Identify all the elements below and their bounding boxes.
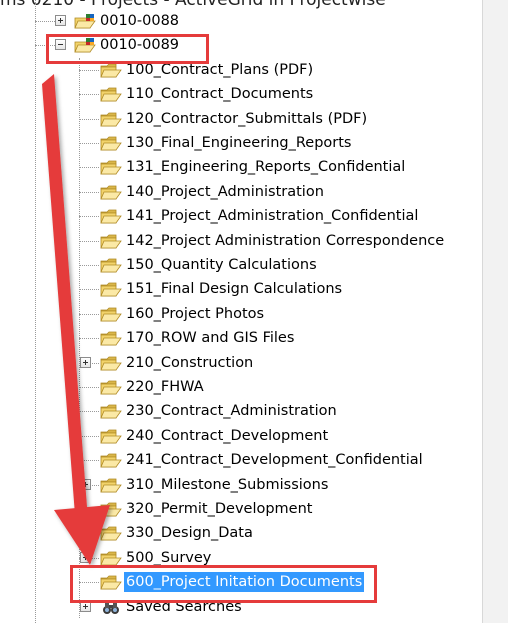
tree-node-label: 141_Project_Administration_Confidential (126, 208, 419, 225)
scrollbar-track[interactable] (482, 0, 508, 623)
tree-node-folder[interactable]: 240_Contract_Development (0, 425, 470, 447)
tree-node-folder[interactable]: 140_Project_Administration (0, 181, 470, 203)
tree-connector (79, 289, 99, 291)
tree-node-label: 131_Engineering_Reports_Confidential (126, 159, 406, 176)
tree-connector (79, 533, 99, 535)
folder-icon (100, 184, 122, 201)
folder-icon (100, 306, 122, 323)
tree-connector (79, 118, 99, 120)
tree-node-folder[interactable]: 150_Quantity Calculations (0, 254, 470, 276)
tree-node-label: 0010-0088 (100, 13, 180, 29)
tree-node-label: 160_Project Photos (126, 305, 265, 322)
tree-node-label: 241_Contract_Development_Confidential (126, 452, 423, 469)
folder-icon (100, 159, 122, 176)
folder-icon (100, 233, 122, 250)
tree-node-project[interactable]: 0010-0088 (0, 10, 470, 32)
tree-node-folder[interactable]: 210_Construction (0, 352, 470, 374)
tree-node-folder[interactable]: 220_FHWA (0, 376, 470, 398)
tree-node-folder[interactable]: 320_Permit_Development (0, 498, 470, 520)
expand-toggle[interactable] (80, 478, 91, 490)
tree-connector (35, 21, 57, 22)
folder-icon (100, 403, 122, 420)
tree-node-label: 120_Contractor_Submittals (PDF) (126, 110, 368, 127)
folder-icon (100, 135, 122, 152)
folder-icon (100, 477, 122, 494)
tree-connector (79, 509, 99, 510)
tree-node-label: 142_Project Administration Correspondenc… (126, 232, 445, 249)
tree-connector (79, 69, 99, 71)
folder-icon (100, 208, 122, 225)
tree-node-label: 130_Final_Engineering_Reports (126, 135, 352, 151)
tree-node-folder[interactable]: 142_Project Administration Correspondenc… (0, 230, 470, 252)
tree-connector (79, 387, 99, 388)
highlight-box-project (46, 34, 209, 64)
tree-node-folder[interactable]: 170_ROW and GIS Files (0, 327, 470, 349)
tree-node-label: 110_Contract_Documents (126, 86, 314, 103)
tree-node-folder[interactable]: 310_Milestone_Submissions (0, 474, 470, 496)
tree-node-folder[interactable]: 141_Project_Administration_Confidential (0, 205, 470, 227)
expand-toggle[interactable] (80, 356, 91, 368)
highlight-box-selected-folder (70, 565, 377, 603)
folder-icon (100, 452, 122, 469)
tree-connector (79, 338, 99, 340)
folder-icon (100, 379, 122, 396)
tree-node-folder[interactable]: 120_Contractor_Submittals (PDF) (0, 108, 470, 130)
project-folder-icon (74, 13, 96, 30)
tree-node-label: 230_Contract_Administration (126, 403, 337, 420)
tree-node-folder[interactable]: 131_Engineering_Reports_Confidential (0, 156, 470, 178)
folder-icon (100, 281, 122, 298)
tree-node-label: 330_Design_Data (126, 525, 253, 542)
folder-icon (100, 330, 122, 347)
expand-toggle[interactable] (55, 15, 66, 26)
tree-connector (79, 191, 99, 193)
tree-node-label: 320_Permit_Development (126, 501, 313, 517)
expand-toggle[interactable] (80, 551, 91, 563)
tree-connector (79, 216, 99, 218)
tree-connector (79, 435, 99, 437)
folder-icon (100, 62, 122, 79)
tree-connector (79, 460, 99, 462)
tree-connector (79, 265, 99, 266)
folder-icon (100, 525, 122, 542)
tree-node-folder[interactable]: 110_Contract_Documents (0, 83, 470, 105)
tree-node-folder[interactable]: 330_Design_Data (0, 522, 470, 544)
tree-connector (79, 313, 99, 315)
tree-connector (79, 240, 99, 242)
tree-node-folder[interactable]: 160_Project Photos (0, 303, 470, 325)
tree-node-label: 220_FHWA (126, 379, 204, 395)
tree-node-label: 140_Project_Administration (126, 183, 324, 200)
tree-node-folder[interactable]: 130_Final_Engineering_Reports (0, 132, 470, 154)
tree-node-label: 240_Contract_Development (126, 427, 329, 444)
tree-connector (79, 143, 99, 144)
tree-node-label: 210_Construction (126, 354, 254, 371)
tree-node-label: 170_ROW and GIS Files (126, 330, 295, 347)
folder-icon (100, 501, 122, 518)
tree-node-label: 150_Quantity Calculations (126, 257, 317, 273)
tree-connector (79, 167, 99, 169)
tree-node-folder[interactable]: 230_Contract_Administration (0, 400, 470, 422)
tree-node-label: 310_Milestone_Submissions (126, 476, 329, 493)
tree-connector (79, 94, 99, 96)
folder-icon (100, 111, 122, 128)
folder-icon (100, 257, 122, 274)
tree-node-folder[interactable]: 151_Final Design Calculations (0, 278, 470, 300)
folder-icon (100, 355, 122, 372)
folder-tree: 0010-0088 0010-0089 100_Contract_Plans (PD… (0, 0, 482, 623)
folder-icon (100, 86, 122, 103)
tree-connector (79, 411, 99, 413)
folder-icon (100, 428, 122, 445)
tree-node-folder[interactable]: 241_Contract_Development_Confidential (0, 449, 470, 471)
tree-node-label: 151_Final Design Calculations (126, 281, 343, 298)
